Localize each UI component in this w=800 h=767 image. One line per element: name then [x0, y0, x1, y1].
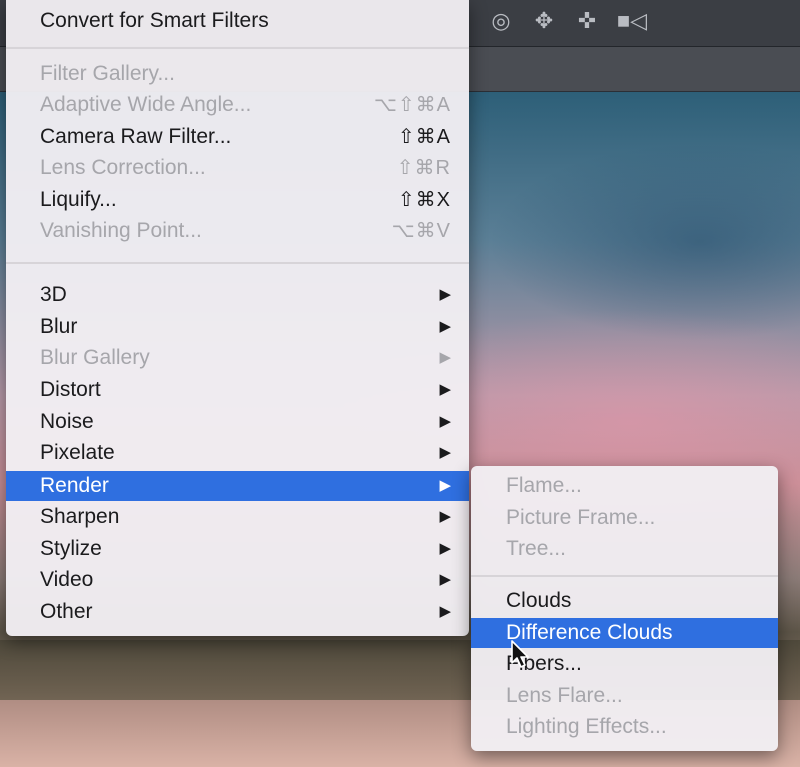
submenu-arrow-icon: ▶: [439, 318, 451, 335]
submenu-arrow-icon: ▶: [439, 286, 451, 303]
menu-item-liquify[interactable]: Liquify... ⇧⌘X: [6, 185, 469, 215]
submenu-arrow-icon: ▶: [439, 540, 451, 557]
menu-item-label: Flame...: [506, 474, 582, 497]
menu-item-label: Lighting Effects...: [506, 715, 667, 738]
menu-item-label: Blur: [40, 315, 78, 338]
menu-item-label: Picture Frame...: [506, 506, 656, 529]
menu-item-label: Lens Flare...: [506, 684, 623, 707]
menu-item-label: Render: [40, 474, 109, 497]
video-camera-icon[interactable]: ■◁: [614, 6, 650, 36]
menu-item-label: Stylize: [40, 537, 102, 560]
menu-separator: [6, 262, 469, 264]
menu-item-label: Clouds: [506, 589, 572, 612]
filter-menu: Convert for Smart Filters Filter Gallery…: [6, 0, 469, 636]
menu-item-shortcut: ⌥⇧⌘A: [373, 94, 451, 116]
menu-separator: [471, 575, 778, 577]
menu-item-flame[interactable]: Flame...: [471, 471, 778, 501]
menu-item-label: 3D: [40, 283, 67, 306]
menu-item-label: Blur Gallery: [40, 346, 150, 369]
menu-item-stylize[interactable]: Stylize ▶: [6, 534, 469, 564]
menu-item-convert-for-smart-filters[interactable]: Convert for Smart Filters: [6, 6, 469, 36]
menu-item-other[interactable]: Other ▶: [6, 597, 469, 627]
menu-item-label: Lens Correction...: [40, 156, 206, 179]
menu-item-label: Pixelate: [40, 441, 115, 464]
submenu-arrow-icon: ▶: [439, 508, 451, 525]
menu-item-picture-frame[interactable]: Picture Frame...: [471, 503, 778, 533]
menu-item-label: Other: [40, 600, 93, 623]
submenu-arrow-icon: ▶: [439, 349, 451, 366]
menu-item-lens-correction[interactable]: Lens Correction... ⇧⌘R: [6, 153, 469, 183]
menu-item-vanishing-point[interactable]: Vanishing Point... ⌥⌘V: [6, 216, 469, 246]
menu-item-lighting-effects[interactable]: Lighting Effects...: [471, 712, 778, 742]
menu-item-distort[interactable]: Distort ▶: [6, 375, 469, 405]
pan-3d-icon[interactable]: ✥: [529, 6, 559, 36]
slide-3d-icon[interactable]: ✜: [572, 6, 602, 36]
menu-item-adaptive-wide-angle[interactable]: Adaptive Wide Angle... ⌥⇧⌘A: [6, 90, 469, 120]
menu-item-label: Tree...: [506, 537, 566, 560]
rotate-3d-icon[interactable]: ◎: [486, 6, 516, 36]
menu-item-label: Sharpen: [40, 505, 120, 528]
menu-item-shortcut: ⇧⌘X: [397, 189, 451, 211]
menu-item-label: Adaptive Wide Angle...: [40, 93, 252, 116]
submenu-arrow-icon: ▶: [439, 603, 451, 620]
menu-separator: [6, 47, 469, 49]
render-submenu: Flame... Picture Frame... Tree... Clouds…: [471, 466, 778, 751]
submenu-arrow-icon: ▶: [439, 381, 451, 398]
menu-item-blur[interactable]: Blur ▶: [6, 312, 469, 342]
submenu-arrow-icon: ▶: [439, 477, 451, 494]
menu-item-sharpen[interactable]: Sharpen ▶: [6, 502, 469, 532]
menu-item-3d[interactable]: 3D ▶: [6, 280, 469, 310]
menu-item-pixelate[interactable]: Pixelate ▶: [6, 438, 469, 468]
menu-item-blur-gallery[interactable]: Blur Gallery ▶: [6, 343, 469, 373]
menu-item-label: Filter Gallery...: [40, 62, 175, 85]
menu-item-shortcut: ⇧⌘A: [397, 126, 451, 148]
menu-item-camera-raw-filter[interactable]: Camera Raw Filter... ⇧⌘A: [6, 122, 469, 152]
menu-item-label: Distort: [40, 378, 101, 401]
menu-item-filter-gallery[interactable]: Filter Gallery...: [6, 59, 469, 89]
submenu-arrow-icon: ▶: [439, 413, 451, 430]
submenu-arrow-icon: ▶: [439, 571, 451, 588]
submenu-arrow-icon: ▶: [439, 444, 451, 461]
menu-item-video[interactable]: Video ▶: [6, 565, 469, 595]
menu-item-shortcut: ⇧⌘R: [396, 157, 451, 179]
menu-item-tree[interactable]: Tree...: [471, 534, 778, 564]
menu-item-render[interactable]: Render ▶: [6, 471, 469, 501]
menu-item-label: Camera Raw Filter...: [40, 125, 232, 148]
mouse-pointer-icon: [511, 640, 529, 668]
menu-item-shortcut: ⌥⌘V: [391, 220, 451, 242]
menu-item-label: Vanishing Point...: [40, 219, 202, 242]
menu-item-label: Convert for Smart Filters: [40, 9, 269, 32]
menu-item-label: Video: [40, 568, 94, 591]
menu-item-clouds[interactable]: Clouds: [471, 586, 778, 616]
menu-item-lens-flare[interactable]: Lens Flare...: [471, 681, 778, 711]
menu-item-label: Liquify...: [40, 188, 117, 211]
menu-item-label: Noise: [40, 410, 94, 433]
menu-item-noise[interactable]: Noise ▶: [6, 407, 469, 437]
